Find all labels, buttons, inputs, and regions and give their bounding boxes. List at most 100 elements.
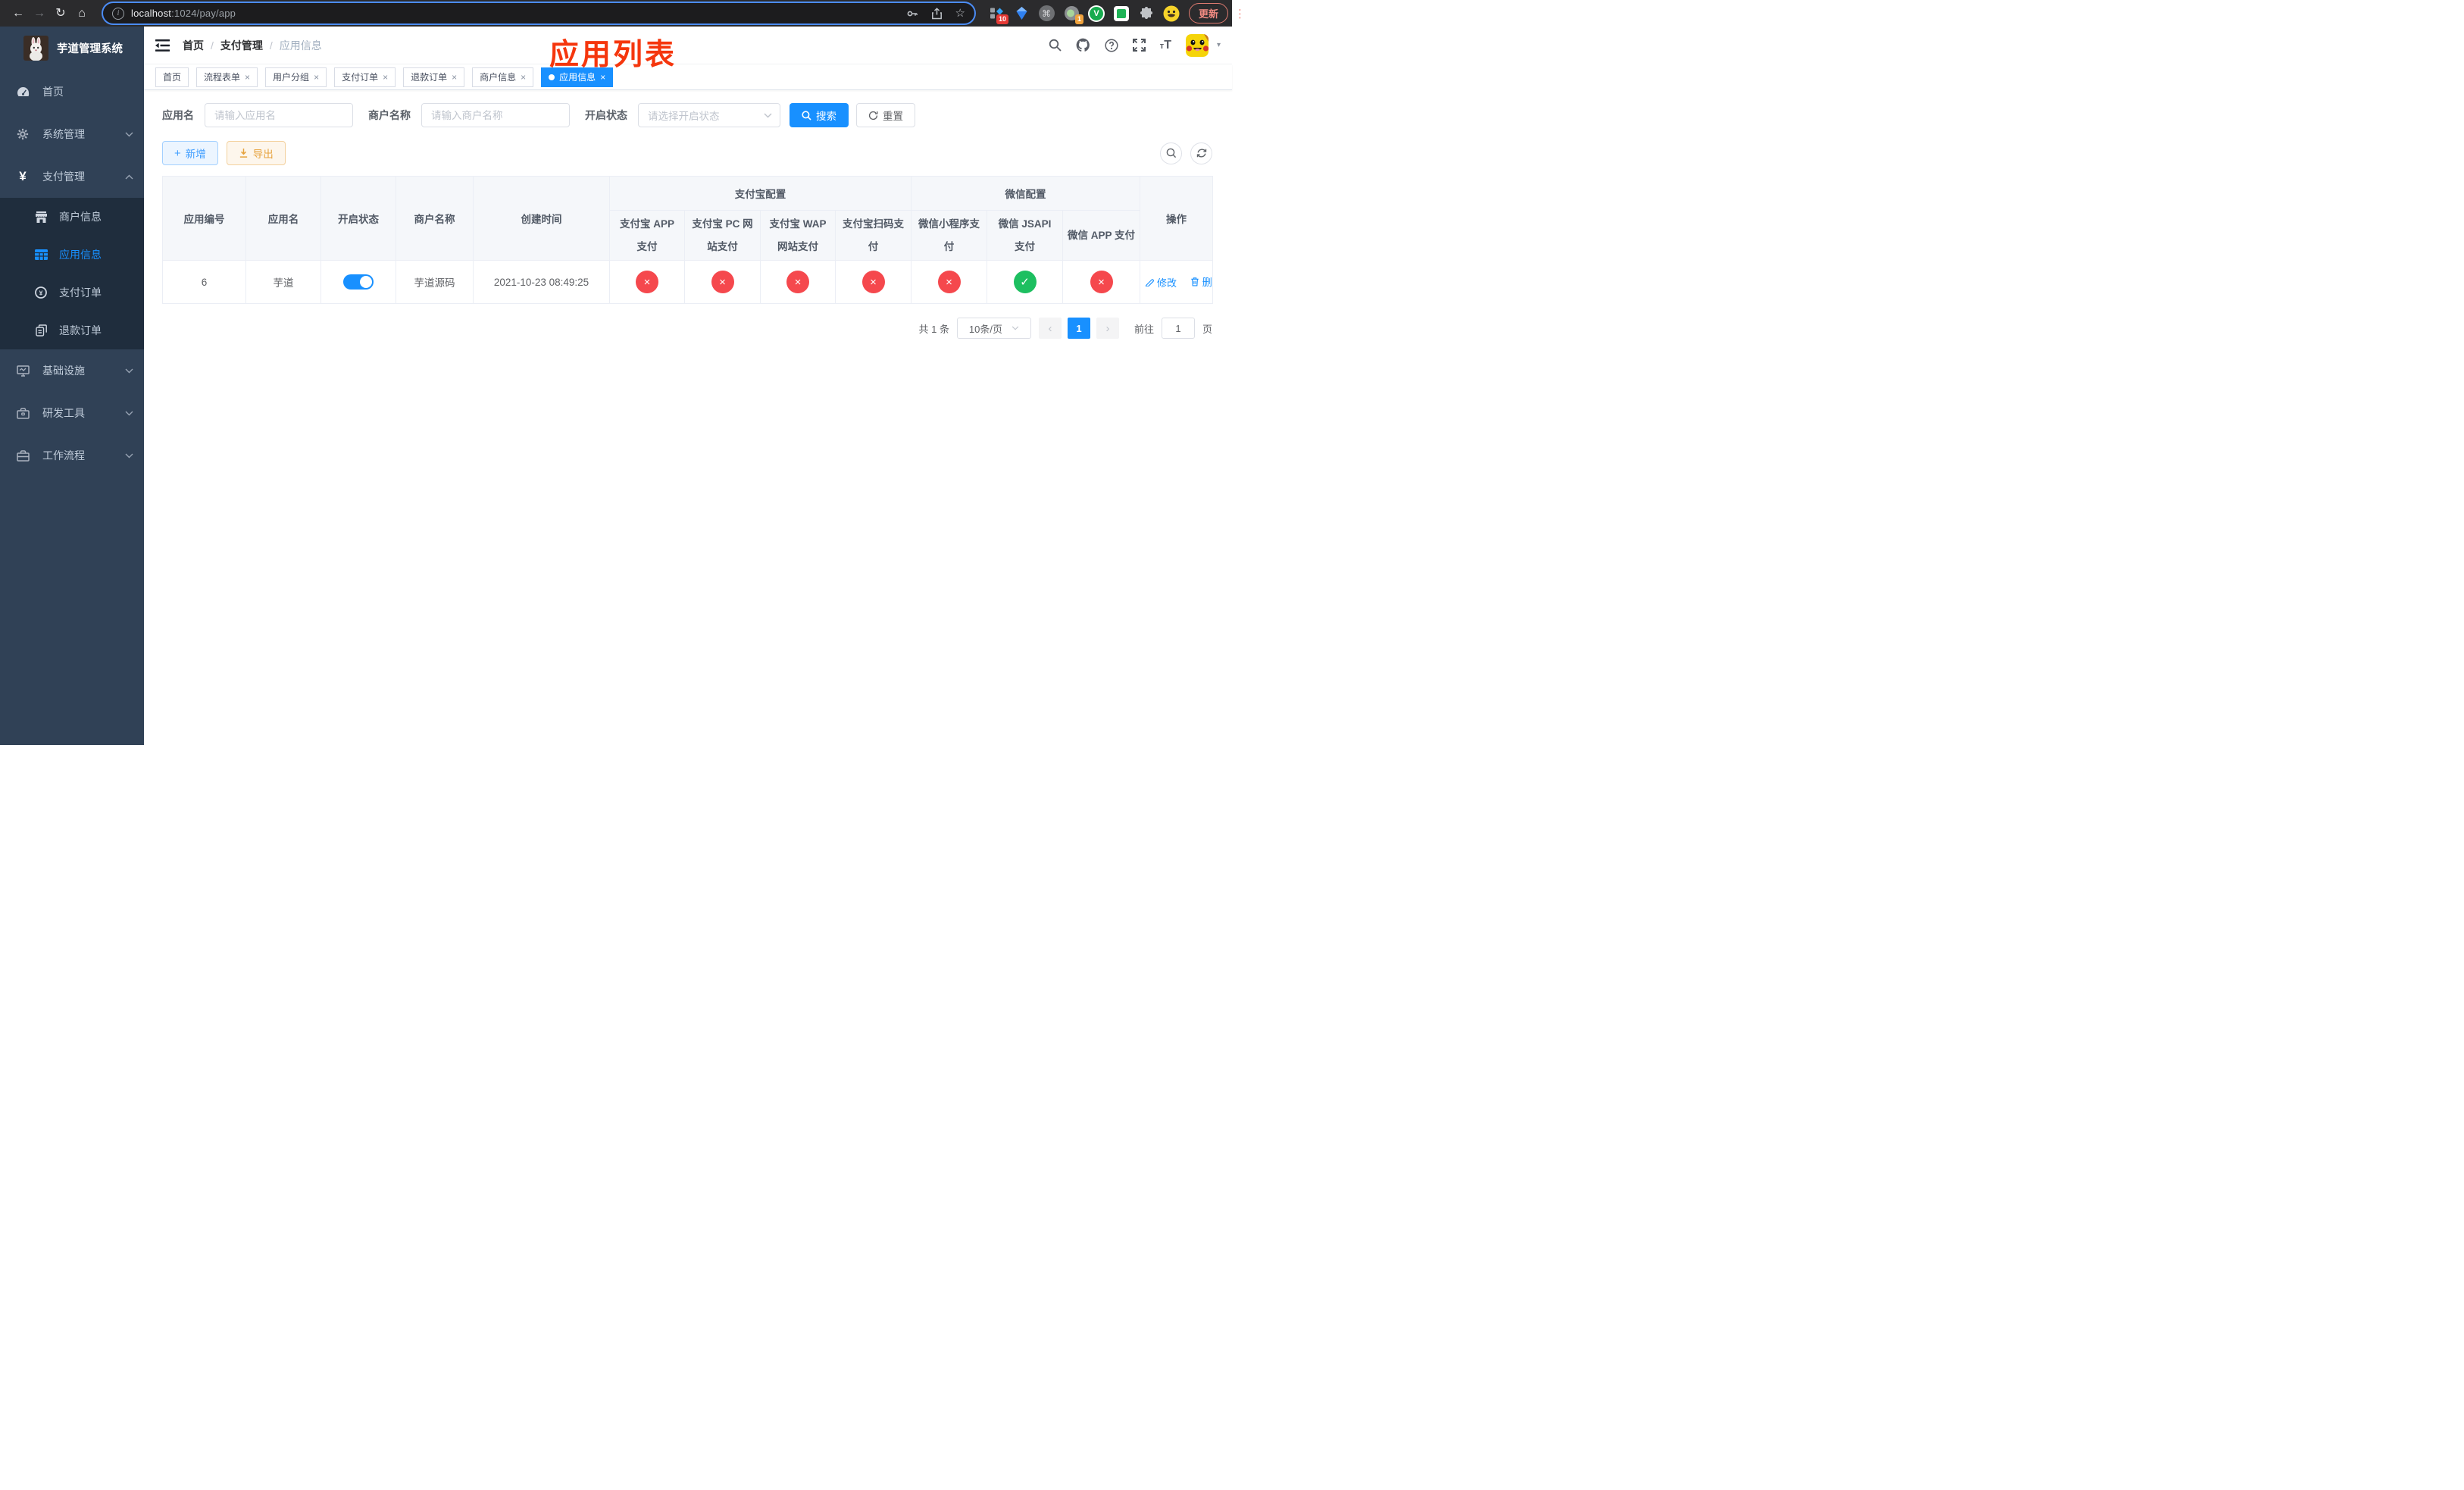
- sidebar-item-infrastructure[interactable]: 基础设施: [0, 349, 144, 392]
- cell-merchant: 芋道源码: [396, 260, 474, 304]
- sidebar-item-dev-tools[interactable]: 研发工具: [0, 392, 144, 434]
- browser-menu-icon[interactable]: ⋮: [1234, 7, 1246, 20]
- monitor-icon: [14, 365, 31, 377]
- top-navbar: 首页 / 支付管理 / 应用信息 тT ▾: [144, 27, 1232, 64]
- enabled-toggle[interactable]: [343, 274, 374, 290]
- sidebar-item-payment[interactable]: ¥ 支付管理: [0, 155, 144, 198]
- close-icon[interactable]: ×: [314, 73, 319, 82]
- status-select[interactable]: 请选择开启状态: [638, 103, 780, 127]
- tab-refund-orders[interactable]: 退款订单 ×: [403, 67, 465, 87]
- ext-capture-icon[interactable]: 1: [1063, 5, 1083, 24]
- ext-tiles-icon[interactable]: 10: [988, 5, 1008, 24]
- sidebar-item-label: 支付管理: [42, 171, 85, 183]
- breadcrumb-payment[interactable]: 支付管理: [220, 38, 263, 53]
- tab-label: 首页: [163, 72, 182, 83]
- ext-command-icon[interactable]: ⌘: [1038, 5, 1055, 22]
- puzzle-extensions-icon[interactable]: [1138, 5, 1155, 22]
- breadcrumb-home[interactable]: 首页: [183, 38, 204, 53]
- search-icon[interactable]: [1049, 39, 1062, 52]
- export-button[interactable]: 导出: [226, 141, 286, 165]
- ext-chat-icon[interactable]: [1113, 5, 1130, 22]
- sidebar-item-system[interactable]: 系统管理: [0, 113, 144, 155]
- forward-icon[interactable]: →: [29, 0, 50, 27]
- col-group-wechat: 微信配置: [910, 176, 1141, 211]
- app-logo[interactable]: 芋道管理系统: [0, 27, 144, 69]
- github-icon[interactable]: [1076, 38, 1090, 52]
- table-row: 6 芋道 芋道源码 2021-10-23 08:49:25 × × × × × …: [162, 260, 1214, 304]
- close-icon[interactable]: ×: [383, 73, 388, 82]
- sidebar-item-label: 工作流程: [42, 449, 85, 462]
- page-1-button[interactable]: 1: [1067, 318, 1090, 339]
- reset-button[interactable]: 重置: [856, 103, 915, 127]
- browser-toolbar: ← → ↻ ⌂ i localhost:1024/pay/app ☆ 10 ⌘ …: [0, 0, 1246, 27]
- col-app-name: 应用名: [245, 176, 321, 261]
- merchant-name-input[interactable]: [421, 103, 570, 127]
- fullscreen-icon[interactable]: [1132, 39, 1146, 52]
- bookmark-star-icon[interactable]: ☆: [955, 8, 965, 19]
- sidebar-item-label: 系统管理: [42, 128, 85, 140]
- sidebar-item-app-info[interactable]: 应用信息: [0, 236, 144, 274]
- sidebar-item-refund-orders[interactable]: 退款订单: [0, 311, 144, 349]
- sidebar-item-label: 商户信息: [59, 211, 102, 223]
- sidebar-item-workflow[interactable]: 工作流程: [0, 434, 144, 477]
- chevron-down-icon: [125, 411, 133, 416]
- edit-pencil-icon: [1145, 279, 1154, 287]
- key-icon[interactable]: [906, 8, 918, 20]
- sidebar-item-pay-orders[interactable]: ¥ 支付订单: [0, 274, 144, 311]
- font-size-icon[interactable]: тT: [1160, 39, 1171, 52]
- close-icon[interactable]: ×: [521, 73, 526, 82]
- tab-user-group[interactable]: 用户分组 ×: [265, 67, 327, 87]
- delete-link[interactable]: 删除: [1190, 274, 1212, 289]
- tab-merchant-info[interactable]: 商户信息 ×: [472, 67, 534, 87]
- user-avatar[interactable]: [1185, 33, 1209, 57]
- back-icon[interactable]: ←: [8, 0, 29, 27]
- filter-form: 应用名 商户名称 开启状态 请选择开启状态 搜索: [162, 103, 1217, 127]
- browser-home-icon[interactable]: ⌂: [71, 0, 92, 27]
- document-icon: [33, 324, 49, 337]
- refresh-table-button[interactable]: [1190, 142, 1212, 164]
- help-icon[interactable]: [1105, 38, 1118, 52]
- sidebar-item-label: 应用信息: [59, 249, 102, 261]
- info-icon[interactable]: i: [112, 7, 124, 20]
- edit-link[interactable]: 修改: [1145, 275, 1177, 290]
- sidebar-item-home[interactable]: 首页: [0, 70, 144, 113]
- tab-home[interactable]: 首页: [155, 67, 189, 87]
- close-icon[interactable]: ×: [245, 73, 250, 82]
- search-icon: [1166, 148, 1176, 158]
- goto-page-input[interactable]: [1161, 318, 1195, 339]
- chevron-down-icon[interactable]: ▾: [1217, 41, 1221, 49]
- chevron-down-icon: [1012, 326, 1019, 330]
- share-icon[interactable]: [931, 7, 943, 20]
- sidebar-item-label: 基础设施: [42, 365, 85, 377]
- col-ops: 操作: [1140, 176, 1214, 261]
- app-name-input[interactable]: [205, 103, 353, 127]
- address-bar[interactable]: i localhost:1024/pay/app ☆: [103, 3, 974, 23]
- toggle-search-button[interactable]: [1160, 142, 1182, 164]
- toolbox-icon: [14, 407, 31, 419]
- refresh-icon: [868, 111, 878, 120]
- app-title: 芋道管理系统: [57, 42, 123, 55]
- breadcrumb-current: 应用信息: [279, 39, 322, 52]
- sidebar-toggle-icon[interactable]: [155, 39, 170, 52]
- page-size-select[interactable]: 10条/页: [956, 318, 1031, 339]
- cell-app-id: 6: [162, 260, 246, 304]
- page-size-value: 10条/页: [968, 323, 1002, 335]
- alipay-wap-status-icon: ×: [786, 271, 809, 293]
- browser-update-button[interactable]: 更新: [1189, 3, 1229, 23]
- profile-avatar-icon[interactable]: [1163, 5, 1180, 22]
- ext-gem-icon[interactable]: [1013, 5, 1030, 22]
- next-page-button[interactable]: ›: [1096, 318, 1119, 339]
- close-icon[interactable]: ×: [452, 73, 457, 82]
- sidebar-item-merchant-info[interactable]: 商户信息: [0, 198, 144, 236]
- reload-icon[interactable]: ↻: [50, 0, 71, 27]
- ext-v-logo-icon[interactable]: V: [1088, 5, 1105, 22]
- col-alipay-wap: 支付宝 WAP 网站支付: [760, 210, 836, 261]
- tab-process-form[interactable]: 流程表单 ×: [196, 67, 258, 87]
- add-button[interactable]: + 新增: [162, 141, 218, 165]
- search-button[interactable]: 搜索: [790, 103, 849, 127]
- tab-pay-orders[interactable]: 支付订单 ×: [334, 67, 396, 87]
- prev-page-button[interactable]: ‹: [1038, 318, 1062, 339]
- close-icon[interactable]: ×: [600, 73, 605, 82]
- tags-view: 首页 流程表单 × 用户分组 × 支付订单 × 退款订单 × 商户信息 × 应用信息 ×: [144, 64, 1232, 90]
- page-content: 应用名 商户名称 开启状态 请选择开启状态 搜索: [144, 90, 1232, 339]
